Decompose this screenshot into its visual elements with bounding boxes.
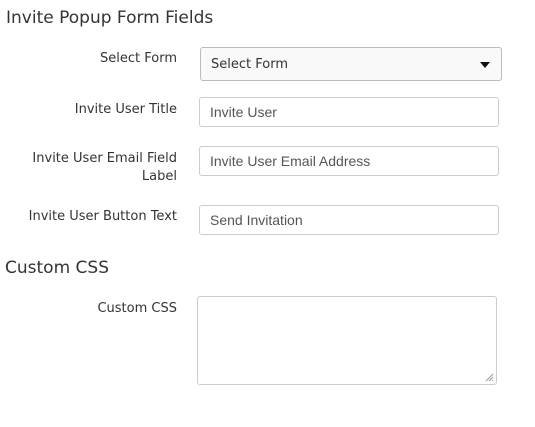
invite-user-title-label: Invite User Title [74, 102, 177, 117]
invite-user-email-label-input[interactable] [199, 146, 499, 176]
resize-handle-icon[interactable] [485, 373, 494, 382]
caret-down-icon [480, 62, 490, 68]
select-form-dropdown[interactable]: Select Form [200, 47, 502, 81]
invite-user-button-text-input[interactable] [199, 205, 499, 235]
invite-user-email-label: Invite User Email Field Label [32, 151, 177, 184]
invite-user-button-text-label: Invite User Button Text [28, 209, 177, 224]
custom-css-section-title: Custom CSS [5, 258, 109, 278]
custom-css-label: Custom CSS [97, 301, 177, 316]
invite-user-title-input[interactable] [199, 97, 499, 127]
custom-css-textarea[interactable] [197, 296, 497, 385]
invite-section-title: Invite Popup Form Fields [6, 8, 214, 28]
select-form-label: Select Form [100, 51, 177, 66]
select-form-value: Select Form [211, 57, 288, 72]
